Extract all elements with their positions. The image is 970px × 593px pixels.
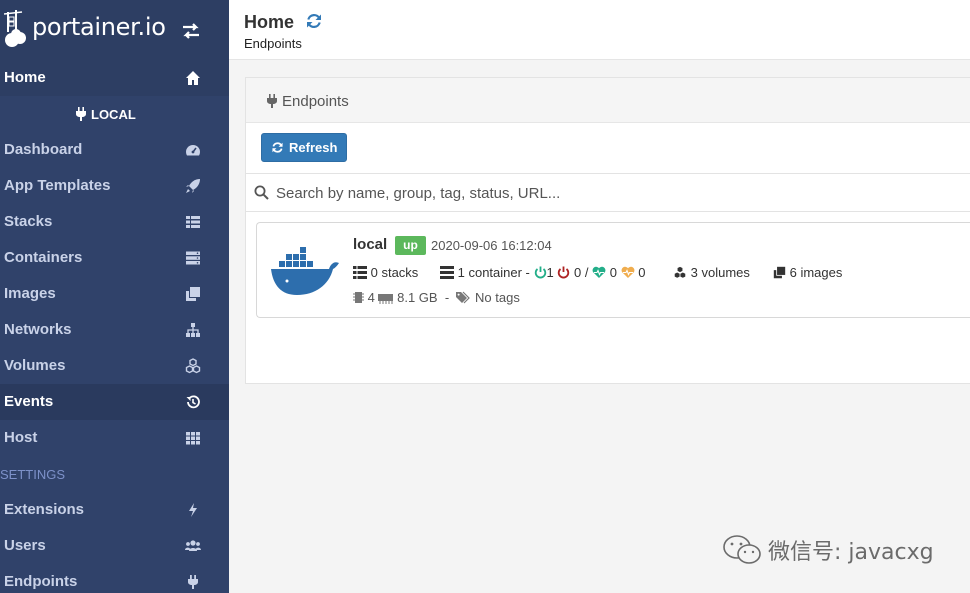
heartbeat-icon [592,266,606,278]
search-icon [254,185,269,200]
search-input[interactable] [276,180,956,206]
page-title: Home [244,12,295,32]
plug-icon [267,94,277,108]
sidebar-item-label: Home [4,69,46,86]
panel-header: Endpoints [246,78,970,123]
endpoint-resources: 4 8.1 GB - No tags [353,290,520,305]
watermark-text: 微信号: javacxg [768,540,934,565]
containers-count: 1 container - 1 0 / 0 0 [440,265,645,280]
endpoints-panel: Endpoints Refresh local up 202 [245,77,970,384]
sidebar: portainer.io Home LOCAL Dashboard App Te… [0,0,229,593]
volumes-count: 3 volumes [673,265,750,280]
sidebar-item-containers[interactable]: Containers [0,240,229,276]
sidebar-item-app-templates[interactable]: App Templates [0,168,229,204]
home-icon [186,71,200,85]
breadcrumb: Endpoints [244,36,302,51]
tachometer-icon [186,145,200,156]
sidebar-item-networks[interactable]: Networks [0,312,229,348]
sidebar-item-users[interactable]: Users [0,528,229,564]
sidebar-item-images[interactable]: Images [0,276,229,312]
power-off-icon [558,266,570,279]
images-count: 6 images [773,265,842,280]
docker-logo-icon [271,247,339,295]
th-list-icon [353,266,367,279]
sidebar-item-host[interactable]: Host [0,420,229,456]
status-badge: up [395,236,426,255]
sidebar-item-home[interactable]: Home [0,60,229,96]
refresh-icon [272,142,283,153]
server-icon [440,266,454,279]
exchange-icon[interactable] [181,22,201,40]
th-list-icon [186,216,200,228]
server-icon [186,251,200,265]
portainer-logo-icon [4,10,26,47]
bolt-icon [189,503,197,517]
search-bar [246,173,970,212]
rocket-icon [186,179,200,193]
page-header: Home Endpoints [229,0,970,60]
plug-icon [188,575,198,589]
cubes-icon [185,358,201,374]
sidebar-item-events[interactable]: Events [0,384,229,420]
sidebar-item-dashboard[interactable]: Dashboard [0,132,229,168]
clone-icon [186,287,200,301]
sidebar-item-endpoints[interactable]: Endpoints [0,564,229,593]
heartbeat-icon [621,266,635,278]
panel-title: Endpoints [282,93,349,110]
microchip-icon [353,292,364,303]
users-icon [185,540,201,551]
sidebar-item-extensions[interactable]: Extensions [0,492,229,528]
wechat-icon [723,535,761,564]
refresh-icon[interactable] [305,12,323,30]
endpoint-name: local [353,236,388,253]
plug-icon [76,107,86,121]
sitemap-icon [186,323,200,337]
th-icon [186,432,200,445]
tags-icon [456,291,471,304]
stacks-count: 0 stacks [353,265,418,280]
history-icon [186,395,200,409]
refresh-button[interactable]: Refresh [261,133,347,162]
sidebar-endpoint-name: LOCAL [0,96,229,132]
settings-section-title: SETTINGS [0,467,66,482]
brand-header: portainer.io [0,0,229,60]
sidebar-item-volumes[interactable]: Volumes [0,348,229,384]
memory-icon [378,294,394,304]
endpoint-timestamp: 2020-09-06 16:12:04 [431,238,552,253]
brand-name: portainer.io [32,13,166,41]
cubes-icon [674,266,686,278]
power-on-icon [534,266,546,279]
endpoint-item[interactable]: local up 2020-09-06 16:12:04 0 stacks 1 … [256,222,970,318]
clone-icon [773,266,786,279]
sidebar-item-stacks[interactable]: Stacks [0,204,229,240]
